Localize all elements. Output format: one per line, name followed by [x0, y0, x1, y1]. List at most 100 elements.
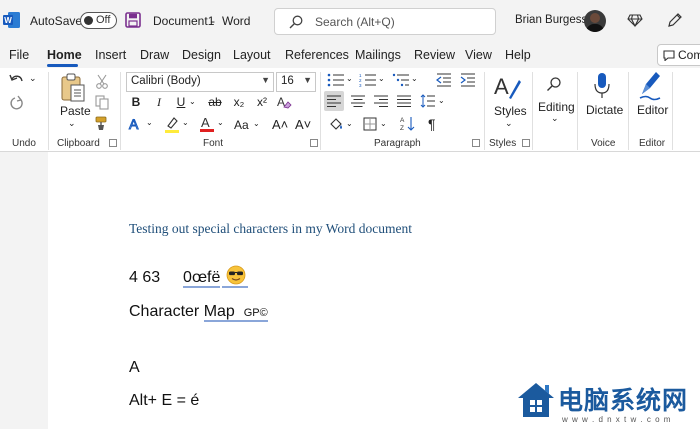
highlight-icon[interactable] — [164, 116, 180, 134]
justify-icon[interactable] — [397, 95, 411, 107]
group-separator — [577, 72, 578, 150]
bold-button[interactable]: B — [127, 95, 145, 109]
document-line-3[interactable]: A — [129, 359, 140, 377]
align-right-icon[interactable] — [374, 95, 388, 107]
tab-help[interactable]: Help — [505, 48, 531, 62]
editing-dropdown-icon[interactable]: ⌄ — [551, 113, 559, 124]
styles-label[interactable]: Styles — [494, 104, 527, 118]
microphone-icon[interactable] — [594, 72, 610, 100]
font-color-dropdown-icon[interactable]: ⌄ — [217, 118, 224, 127]
editor-label[interactable]: Editor — [637, 103, 668, 117]
undo-dropdown-icon[interactable]: ⌄ — [29, 73, 37, 84]
autosave-state: Off — [96, 14, 111, 26]
multilevel-list-icon[interactable] — [392, 73, 410, 87]
borders-icon[interactable] — [363, 117, 377, 131]
italic-button[interactable]: I — [150, 95, 168, 110]
clear-formatting-icon[interactable]: A — [276, 94, 292, 110]
shading-dropdown-icon[interactable]: ⌄ — [346, 119, 353, 128]
pen-icon[interactable] — [667, 12, 683, 28]
subscript-button[interactable]: x₂ — [230, 95, 248, 109]
comments-label: Comments — [678, 48, 700, 62]
document-line-4[interactable]: Alt+ E = é — [129, 392, 199, 410]
sort-icon[interactable]: A Z — [400, 115, 416, 133]
highlight-dropdown-icon[interactable]: ⌄ — [182, 118, 189, 127]
shading-icon[interactable] — [328, 116, 344, 132]
styles-launcher-icon[interactable] — [522, 139, 530, 147]
paste-label[interactable]: Paste — [60, 104, 91, 118]
line-spacing-dropdown-icon[interactable]: ⌄ — [438, 96, 445, 105]
decrease-indent-icon[interactable] — [436, 73, 452, 87]
document-line-2[interactable]: Character Map GP© — [129, 303, 268, 322]
paste-icon[interactable] — [60, 73, 86, 103]
search-placeholder: Search (Alt+Q) — [315, 15, 395, 29]
avatar[interactable] — [584, 10, 606, 32]
grow-font-button[interactable]: A˄ — [272, 117, 288, 132]
font-name-combo[interactable]: Calibri (Body) ▼ — [126, 72, 274, 92]
multilevel-dropdown-icon[interactable]: ⌄ — [411, 74, 418, 83]
copy-icon[interactable] — [95, 95, 109, 110]
line-spacing-icon[interactable] — [420, 94, 436, 108]
font-color-icon[interactable]: A — [199, 115, 215, 133]
tab-review[interactable]: Review — [414, 48, 455, 62]
editing-label[interactable]: Editing — [538, 100, 575, 114]
search-box[interactable]: Search (Alt+Q) — [274, 8, 496, 35]
undo-icon[interactable] — [9, 73, 25, 87]
clipboard-launcher-icon[interactable] — [109, 139, 117, 147]
strikethrough-button[interactable]: ab — [204, 95, 226, 109]
editor-icon[interactable] — [638, 70, 664, 102]
font-name-value: Calibri (Body) — [131, 75, 201, 87]
watermark-url: w w w . d n x t w . c o m — [562, 415, 672, 424]
tab-home[interactable]: Home — [47, 48, 82, 62]
paste-dropdown-icon[interactable]: ⌄ — [68, 118, 76, 129]
autosave-label: AutoSave — [30, 14, 83, 28]
dictate-label[interactable]: Dictate — [586, 103, 623, 117]
autosave-toggle[interactable]: Off — [80, 12, 117, 29]
pilcrow-icon[interactable]: ¶ — [428, 116, 436, 132]
redo-icon[interactable] — [9, 95, 25, 111]
superscript-button[interactable]: x² — [253, 95, 271, 109]
watermark-text: 电脑系统网 — [558, 386, 689, 415]
bullets-dropdown-icon[interactable]: ⌄ — [346, 74, 353, 83]
comment-icon — [663, 50, 675, 61]
text-effects-dropdown-icon[interactable]: ⌄ — [146, 118, 153, 127]
styles-dropdown-icon[interactable]: ⌄ — [505, 118, 513, 129]
numbering-icon[interactable]: 1 2 3 — [359, 73, 377, 87]
change-case-button[interactable]: Aa — [234, 118, 249, 132]
tab-references[interactable]: References — [285, 48, 349, 62]
shrink-font-button[interactable]: A˅ — [295, 117, 311, 132]
find-icon[interactable] — [546, 76, 562, 92]
tab-view[interactable]: View — [465, 48, 492, 62]
font-launcher-icon[interactable] — [310, 139, 318, 147]
tab-design[interactable]: Design — [182, 48, 221, 62]
tab-file[interactable]: File — [9, 48, 29, 62]
ribbon: ⌄ Undo Paste ⌄ Clipboard Calibri (Body) … — [0, 68, 700, 152]
align-center-icon[interactable] — [351, 95, 365, 107]
document-heading[interactable]: Testing out special characters in my Wor… — [129, 221, 412, 237]
increase-indent-icon[interactable] — [460, 73, 476, 87]
tab-insert[interactable]: Insert — [95, 48, 126, 62]
save-icon[interactable] — [125, 12, 141, 28]
group-separator — [672, 72, 673, 150]
comments-button[interactable]: Comments — [657, 44, 700, 66]
underline-dropdown-icon[interactable]: ⌄ — [189, 97, 196, 106]
user-name[interactable]: Brian Burgess — [515, 14, 587, 26]
cut-icon[interactable] — [95, 74, 109, 89]
tab-mailings[interactable]: Mailings — [355, 48, 401, 62]
diamond-icon[interactable] — [627, 12, 643, 28]
line1-numbers: 4 63 — [129, 269, 161, 286]
change-case-dropdown-icon[interactable]: ⌄ — [253, 119, 260, 128]
styles-icon[interactable]: A — [493, 72, 521, 102]
document-line-1[interactable]: 4 63 0œfë — [129, 269, 221, 288]
tab-layout[interactable]: Layout — [233, 48, 271, 62]
font-size-combo[interactable]: 16 ▼ — [276, 72, 316, 92]
tab-draw[interactable]: Draw — [140, 48, 169, 62]
sunglasses-emoji-icon — [226, 265, 246, 285]
paragraph-launcher-icon[interactable] — [472, 139, 480, 147]
numbering-dropdown-icon[interactable]: ⌄ — [378, 74, 385, 83]
borders-dropdown-icon[interactable]: ⌄ — [380, 119, 387, 128]
underline-button[interactable]: U — [172, 95, 190, 109]
format-painter-icon[interactable] — [95, 116, 110, 131]
bullets-icon[interactable] — [327, 73, 345, 87]
text-effects-icon[interactable]: A — [128, 116, 144, 132]
align-left-icon[interactable] — [327, 95, 341, 107]
